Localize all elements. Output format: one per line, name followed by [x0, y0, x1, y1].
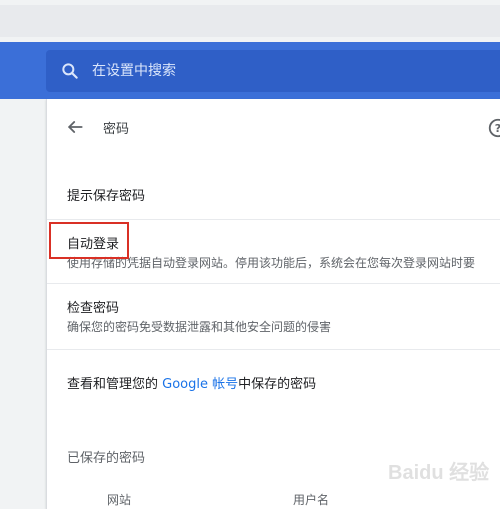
settings-search-box[interactable] [46, 50, 500, 92]
check-passwords-row[interactable]: 检查密码 确保您的密码免受数据泄露和其他安全问题的侵害 [47, 283, 500, 350]
offer-to-save-title: 提示保存密码 [67, 189, 146, 204]
search-input[interactable] [92, 60, 472, 82]
manage-account-suffix: 中保存的密码 [238, 377, 317, 392]
arrow-back-icon[interactable] [65, 117, 85, 137]
manage-account-prefix: 查看和管理您的 [67, 377, 163, 392]
watermark-text: Baidu 经验 [388, 462, 490, 484]
offer-to-save-row[interactable]: 提示保存密码 [47, 158, 500, 219]
left-rail [0, 99, 46, 500]
google-account-link[interactable]: Google 帐号 [162, 377, 238, 392]
manage-account-text: 查看和管理您的 Google 帐号中保存的密码 [67, 373, 316, 392]
check-passwords-title: 检查密码 [67, 301, 120, 316]
manage-account-row: 查看和管理您的 Google 帐号中保存的密码 [47, 349, 500, 412]
search-icon [62, 63, 78, 79]
watermark-logo: Baidu 经验 [380, 448, 492, 488]
browser-top-strip [0, 0, 500, 42]
saved-passwords-label: 已保存的密码 [67, 451, 146, 466]
page-title: 密码 [103, 122, 130, 137]
check-passwords-description: 确保您的密码免受数据泄露和其他安全问题的侵害 [67, 320, 332, 334]
help-circle-icon[interactable]: ? [487, 117, 500, 139]
highlight-box [49, 222, 129, 259]
svg-text:?: ? [495, 122, 500, 135]
browser-toolbar-area [0, 5, 500, 37]
